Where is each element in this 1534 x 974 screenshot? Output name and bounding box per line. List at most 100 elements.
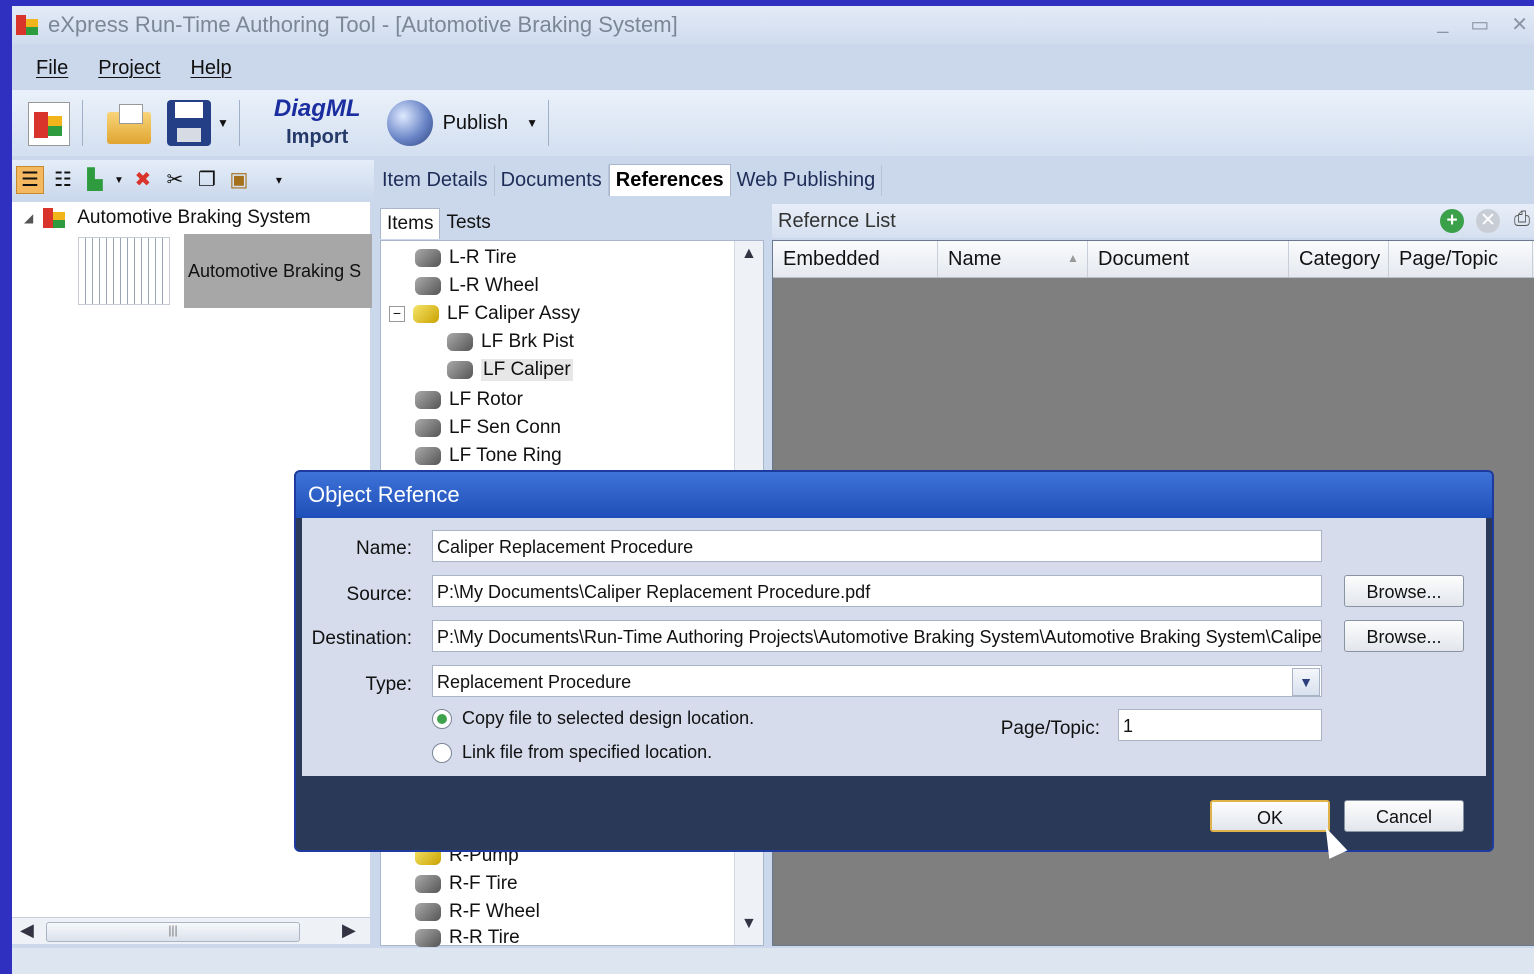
list-item[interactable]: − LF Caliper Assy bbox=[389, 303, 580, 325]
close-button[interactable]: ✕ bbox=[1511, 12, 1528, 37]
list-item[interactable]: L-R Tire bbox=[415, 247, 517, 269]
list-item[interactable]: R-R Tire bbox=[415, 927, 520, 949]
scroll-thumb[interactable]: ||| bbox=[46, 922, 300, 942]
destination-label: Destination: bbox=[311, 628, 412, 649]
add-dropdown-icon[interactable]: ▼ bbox=[114, 175, 124, 186]
menu-help[interactable]: Help bbox=[190, 57, 231, 80]
list-item[interactable]: L-R Wheel bbox=[415, 275, 539, 297]
delete-item-icon[interactable]: ✖ bbox=[130, 167, 156, 193]
toolbar-separator bbox=[238, 100, 240, 146]
scroll-right-icon[interactable]: ▶ bbox=[342, 920, 356, 941]
remove-reference-icon[interactable]: ✕ bbox=[1476, 209, 1500, 233]
dialog-title: Object Refence bbox=[296, 472, 1492, 518]
status-bar bbox=[12, 948, 1534, 974]
menu-project[interactable]: Project bbox=[98, 57, 160, 80]
reference-list-title: Refernce List bbox=[778, 209, 896, 232]
tree-root-label: Automotive Braking System bbox=[77, 207, 311, 228]
col-category[interactable]: Category bbox=[1289, 241, 1389, 277]
chip-icon bbox=[415, 929, 441, 947]
col-embedded[interactable]: Embedded bbox=[773, 241, 938, 277]
col-page-topic[interactable]: Page/Topic bbox=[1389, 241, 1533, 277]
main-tabs: Item Details Documents References Web Pu… bbox=[376, 162, 883, 198]
title-bar: eXpress Run-Time Authoring Tool - [Autom… bbox=[12, 6, 1534, 44]
tree-root[interactable]: ◢ Automotive Braking System bbox=[24, 206, 311, 230]
cut-icon[interactable]: ✂ bbox=[162, 167, 188, 193]
overflow-icon[interactable]: ▾ bbox=[276, 173, 282, 187]
copy-file-radio[interactable]: Copy file to selected design location. bbox=[432, 708, 754, 729]
type-select[interactable]: Replacement Procedure bbox=[432, 665, 1322, 697]
save-dropdown-icon[interactable]: ▼ bbox=[217, 116, 229, 130]
chip-icon bbox=[415, 249, 441, 267]
tab-tests[interactable]: Tests bbox=[440, 208, 496, 239]
browse-destination-button[interactable]: Browse... bbox=[1344, 620, 1464, 652]
tab-documents[interactable]: Documents bbox=[495, 164, 609, 196]
diagml-import-button[interactable]: DiagML Import bbox=[274, 95, 361, 151]
tab-web-publishing[interactable]: Web Publishing bbox=[731, 164, 883, 196]
horizontal-scrollbar[interactable]: ◀ ||| ▶ bbox=[12, 917, 370, 944]
scroll-up-icon[interactable]: ▲ bbox=[741, 245, 757, 263]
scroll-down-icon[interactable]: ▼ bbox=[741, 915, 757, 933]
list-view-icon[interactable]: ☰ bbox=[16, 166, 44, 194]
toolbar-separator bbox=[548, 100, 550, 146]
tab-items[interactable]: Items bbox=[380, 208, 441, 239]
chip-icon bbox=[415, 419, 441, 437]
link-file-label: Link file from specified location. bbox=[462, 742, 713, 762]
source-label: Source: bbox=[346, 584, 412, 605]
paste-icon[interactable]: ▣ bbox=[226, 167, 252, 193]
list-item[interactable]: R-F Wheel bbox=[415, 901, 540, 923]
page-topic-label: Page/Topic: bbox=[1000, 718, 1100, 739]
diagram-thumbnail bbox=[78, 237, 170, 305]
col-name[interactable]: Name bbox=[938, 241, 1088, 277]
open-folder-icon[interactable] bbox=[105, 98, 153, 148]
destination-input[interactable]: P:\My Documents\Run-Time Authoring Proje… bbox=[432, 620, 1322, 652]
diagram-node[interactable]: Automotive Braking S bbox=[78, 234, 372, 308]
maximize-button[interactable]: ▭ bbox=[1470, 12, 1489, 37]
list-item[interactable]: LF Caliper bbox=[447, 359, 573, 381]
export-icon[interactable]: ⎙ bbox=[1514, 208, 1530, 231]
publish-dropdown-icon[interactable]: ▼ bbox=[526, 116, 538, 130]
main-toolbar: ▼ DiagML Import Publish ▼ bbox=[12, 90, 1534, 156]
list-item[interactable]: R-F Tire bbox=[415, 873, 518, 895]
copy-icon[interactable]: ❐ bbox=[194, 167, 220, 193]
sub-tabs: Items Tests bbox=[380, 208, 497, 239]
tab-references[interactable]: References bbox=[608, 164, 731, 196]
chip-icon bbox=[415, 277, 441, 295]
copy-file-label: Copy file to selected design location. bbox=[462, 708, 755, 728]
chip-icon bbox=[447, 333, 473, 351]
list-item[interactable]: LF Brk Pist bbox=[447, 331, 574, 353]
radio-unselected-icon bbox=[432, 742, 452, 763]
scroll-left-icon[interactable]: ◀ bbox=[20, 920, 34, 941]
list-item[interactable]: LF Rotor bbox=[415, 389, 523, 411]
chip-icon bbox=[415, 875, 441, 893]
publish-button[interactable]: Publish ▼ bbox=[386, 100, 538, 146]
menu-file[interactable]: File bbox=[36, 57, 68, 80]
link-file-radio[interactable]: Link file from specified location. bbox=[432, 742, 712, 763]
source-input[interactable]: P:\My Documents\Caliper Replacement Proc… bbox=[432, 575, 1322, 607]
collapse-icon[interactable]: − bbox=[389, 306, 405, 322]
cancel-button[interactable]: Cancel bbox=[1344, 800, 1464, 832]
chip-icon bbox=[415, 903, 441, 921]
tree-view-icon[interactable]: ☷ bbox=[50, 167, 76, 193]
tree-toolbar: ☰ ☷ ▙ ▼ ✖ ✂ ❐ ▣ ▾ bbox=[12, 160, 374, 200]
publish-label: Publish bbox=[442, 111, 509, 134]
list-item[interactable]: LF Tone Ring bbox=[415, 445, 562, 467]
assembly-chip-icon bbox=[413, 305, 439, 323]
add-item-icon[interactable]: ▙ bbox=[82, 167, 108, 193]
ok-button[interactable]: OK bbox=[1210, 800, 1330, 832]
browse-source-button[interactable]: Browse... bbox=[1344, 575, 1464, 607]
tab-item-details[interactable]: Item Details bbox=[376, 164, 495, 196]
chevron-down-icon[interactable]: ▼ bbox=[1292, 668, 1320, 696]
new-project-icon[interactable] bbox=[24, 98, 72, 148]
col-document[interactable]: Document bbox=[1088, 241, 1289, 277]
toolbar-separator bbox=[82, 100, 83, 146]
window-title: eXpress Run-Time Authoring Tool - [Autom… bbox=[48, 12, 678, 37]
list-item[interactable]: LF Sen Conn bbox=[415, 417, 561, 439]
name-input[interactable]: Caliper Replacement Procedure bbox=[432, 530, 1322, 562]
sort-ascending-icon: ▲ bbox=[1067, 251, 1079, 265]
save-icon[interactable] bbox=[165, 98, 213, 148]
page-topic-input[interactable]: 1 bbox=[1118, 709, 1322, 741]
add-reference-icon[interactable]: + bbox=[1440, 209, 1464, 233]
minimize-button[interactable]: _ bbox=[1437, 12, 1448, 37]
type-label: Type: bbox=[365, 674, 412, 695]
collapse-icon[interactable]: ◢ bbox=[24, 211, 33, 225]
